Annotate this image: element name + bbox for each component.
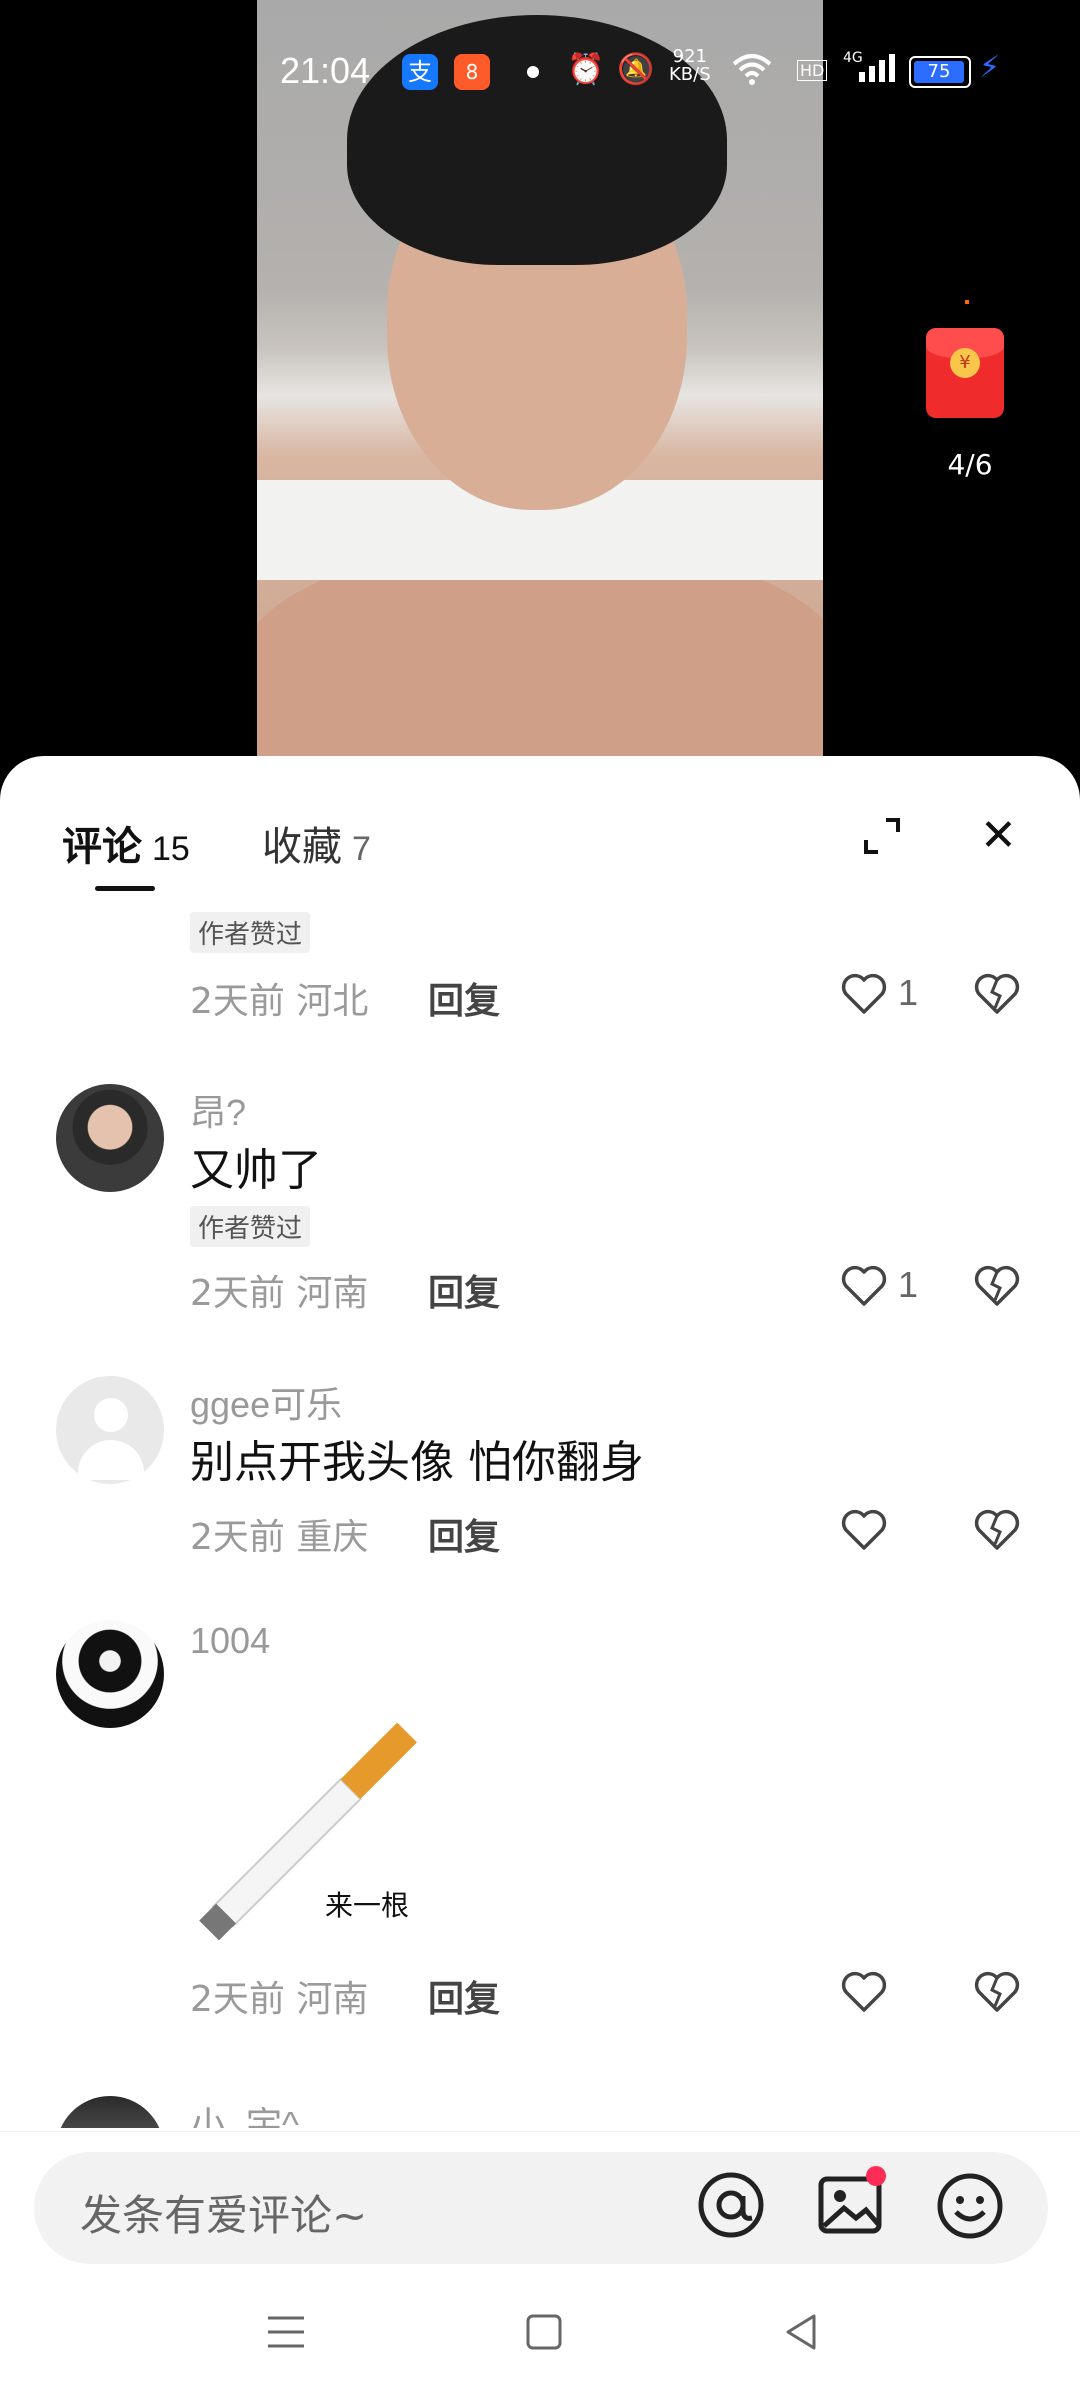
comment-location: 河北 [296, 981, 369, 1022]
sheet-tabs: 评论 15 收藏 7 ✕ [0, 756, 1080, 891]
video-frame [257, 0, 823, 760]
menu-nav-icon[interactable] [256, 2302, 316, 2362]
close-icon[interactable]: ✕ [980, 814, 1017, 858]
like-icon[interactable] [840, 1968, 888, 2016]
comment-sheet: 评论 15 收藏 7 ✕ 作者赞过 2天前 河北 回复 1 昂? 又帅了 作者赞… [0, 756, 1080, 2400]
expand-icon[interactable] [862, 816, 902, 856]
comment-username[interactable]: ggee可乐 [190, 1376, 342, 1428]
alarm-icon: ⏰ [567, 52, 605, 87]
comment-username[interactable]: 小_宇^ [190, 2096, 299, 2128]
mention-icon[interactable] [696, 2170, 766, 2240]
comment-input-bar: 发条有爱评论~ [0, 2131, 1080, 2400]
reply-button[interactable]: 回复 [428, 1970, 500, 2022]
comment-text: 又帅了 [190, 1145, 322, 1196]
battery-level: 75 [914, 61, 964, 83]
status-bar: 21:04 支 8 ⏰ 🔕 921 KB/S HD 4G 75 ⚡ [257, 40, 1017, 100]
back-nav-icon[interactable] [772, 2302, 832, 2362]
dislike-icon[interactable] [972, 1506, 1022, 1554]
red-packet-progress: 4/6 [947, 448, 993, 481]
comment-time: 2天前 [190, 981, 285, 1022]
image-new-dot [866, 2166, 886, 2186]
comment-input-placeholder: 发条有爱评论~ [80, 2191, 368, 2240]
comment-username[interactable]: 昂? [190, 1084, 246, 1136]
like-count: 1 [898, 972, 919, 1013]
comment-input[interactable]: 发条有爱评论~ [34, 2152, 1048, 2264]
tab-favorites[interactable]: 收藏 7 [262, 814, 371, 872]
like-icon[interactable] [840, 1262, 888, 1310]
avatar[interactable] [56, 1084, 164, 1192]
comment-location: 重庆 [296, 1517, 369, 1558]
comment-meta: 2天前 河南 [190, 1264, 368, 1316]
app-notification-icon: 8 [454, 54, 490, 90]
author-liked-badge: 作者赞过 [190, 912, 311, 953]
red-packet-indicator [965, 300, 969, 304]
sticker-label: 来一根 [325, 1889, 410, 1922]
comment-username[interactable]: 1004 [190, 1620, 270, 1662]
author-liked-badge: 作者赞过 [190, 1206, 311, 1247]
status-time: 21:04 [280, 50, 371, 91]
comment-location: 河南 [296, 1273, 369, 1314]
network-speed: 921 KB/S [669, 48, 711, 84]
tab-comments-label: 评论 [62, 824, 142, 870]
mute-icon: 🔕 [617, 52, 655, 87]
comment-text: 别点开我头像 怕你翻身 [190, 1437, 644, 1488]
avatar-head [94, 1398, 128, 1432]
comment-meta: 2天前 河北 [190, 972, 368, 1024]
like-icon[interactable] [840, 1506, 888, 1554]
wifi-icon [732, 52, 772, 94]
reply-button[interactable]: 回复 [428, 1508, 500, 1560]
reply-button[interactable]: 回复 [428, 1264, 500, 1316]
tab-comments[interactable]: 评论 15 [62, 814, 190, 872]
comment-time: 2天前 [190, 1517, 285, 1558]
signal-icon [857, 52, 897, 92]
alipay-notification-icon: 支 [402, 54, 438, 90]
hd-icon: HD [797, 60, 828, 81]
home-nav-icon[interactable] [514, 2302, 574, 2362]
dislike-icon[interactable] [972, 970, 1022, 1018]
reply-button[interactable]: 回复 [428, 972, 500, 1024]
comment-location: 河南 [296, 1979, 369, 2020]
comment-list[interactable]: 作者赞过 2天前 河北 回复 1 昂? 又帅了 作者赞过 2天前 河南 回复 1 [0, 888, 1080, 2128]
battery-icon: 75 [909, 56, 971, 88]
video-area[interactable]: 21:04 支 8 ⏰ 🔕 921 KB/S HD 4G 75 ⚡ ¥ 4/6 [0, 0, 1080, 760]
default-avatar-icon[interactable] [56, 1376, 164, 1484]
comment-meta: 2天前 河南 [190, 1970, 368, 2022]
network-speed-unit: KB/S [669, 64, 711, 85]
notification-dot-icon [527, 66, 539, 78]
red-packet-coin-icon: ¥ [950, 348, 980, 378]
tab-favorites-count: 7 [352, 830, 371, 868]
comment-time: 2天前 [190, 1979, 285, 2020]
like-count: 1 [898, 1264, 919, 1305]
red-packet-button[interactable]: ¥ [926, 328, 1004, 418]
avatar-body [78, 1440, 144, 1480]
charging-icon: ⚡ [979, 50, 1001, 85]
tab-comments-count: 15 [152, 830, 190, 868]
avatar[interactable] [56, 1620, 164, 1728]
comment-meta: 2天前 重庆 [190, 1508, 368, 1560]
avatar[interactable] [56, 2096, 164, 2128]
comment-time: 2天前 [190, 1273, 285, 1314]
dislike-icon[interactable] [972, 1968, 1022, 2016]
dislike-icon[interactable] [972, 1262, 1022, 1310]
like-icon[interactable] [840, 970, 888, 1018]
emoji-icon[interactable] [936, 2172, 1004, 2240]
cigarette-sticker[interactable]: 来一根 [190, 1676, 470, 1946]
tab-favorites-label: 收藏 [262, 824, 342, 870]
